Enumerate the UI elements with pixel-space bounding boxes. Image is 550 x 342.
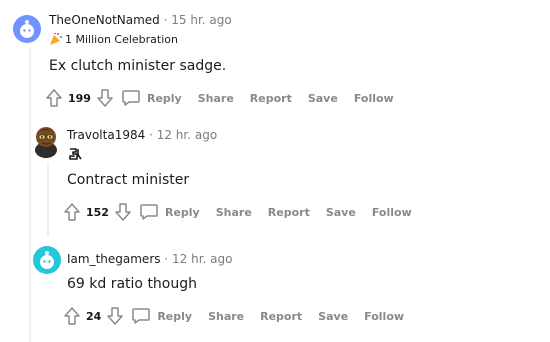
reply-icon[interactable] (139, 203, 159, 221)
reply-button[interactable]: Reply (157, 310, 192, 323)
comment-text: 69 kd ratio though (67, 276, 197, 292)
reply-icon[interactable] (131, 307, 151, 325)
vote-score: 24 (86, 309, 102, 323)
travolta-avatar-icon (35, 127, 57, 158)
reply-button[interactable]: Reply (165, 206, 200, 219)
username-link[interactable]: Travolta1984 (67, 128, 145, 142)
follow-button[interactable]: Follow (354, 92, 394, 105)
follow-button[interactable]: Follow (364, 310, 404, 323)
username-link[interactable]: TheOneNotNamed (49, 13, 160, 27)
vote-score: 199 (68, 91, 91, 105)
vote-controls: 199 (46, 89, 113, 107)
meta-separator: · (163, 13, 168, 27)
timestamp-link[interactable]: 12 hr. ago (172, 252, 232, 266)
timestamp-link[interactable]: 15 hr. ago (171, 13, 231, 27)
save-button[interactable]: Save (318, 310, 348, 323)
snoo-avatar-icon (40, 251, 54, 269)
upvote-arrow-icon[interactable] (46, 89, 62, 107)
vote-score: 152 (86, 205, 109, 219)
reply-icon[interactable] (121, 89, 141, 107)
vote-controls: 152 (64, 203, 131, 221)
timestamp-link[interactable]: 12 hr. ago (157, 128, 217, 142)
sk-gaming-logo-icon (69, 148, 82, 160)
username-link[interactable]: Iam_thegamers (67, 252, 161, 266)
comment-text: Contract minister (67, 172, 190, 188)
comment-bubble-icon (140, 204, 158, 220)
comment-meta: Travolta1984 · 12 hr. ago (67, 128, 217, 142)
vote-controls: 24 (64, 307, 124, 325)
comment-actions: 24 Reply Share Report Save Follow (64, 306, 420, 326)
share-button[interactable]: Share (216, 206, 252, 219)
avatar[interactable] (33, 246, 61, 274)
thread-line-reply[interactable] (47, 162, 49, 236)
upvote-arrow-icon[interactable] (64, 307, 80, 325)
downvote-arrow-icon[interactable] (107, 307, 124, 325)
report-button[interactable]: Report (268, 206, 310, 219)
upvote-arrow-icon[interactable] (64, 203, 80, 221)
follow-button[interactable]: Follow (372, 206, 412, 219)
comment-meta: Iam_thegamers · 12 hr. ago (67, 252, 232, 266)
comment-actions: 199 Reply Share Report Save Follow (46, 88, 410, 108)
comment-actions: 152 Reply Share Report Save Follow (64, 202, 428, 222)
downvote-arrow-icon[interactable] (97, 89, 113, 107)
meta-separator: · (164, 252, 169, 266)
share-button[interactable]: Share (198, 92, 234, 105)
save-button[interactable]: Save (308, 92, 338, 105)
reply-button[interactable]: Reply (147, 92, 182, 105)
comment-meta: TheOneNotNamed · 15 hr. ago (49, 13, 232, 27)
comment-bubble-icon (122, 90, 140, 106)
snoo-avatar-icon (20, 20, 34, 38)
thread-line-main[interactable] (29, 48, 31, 342)
report-button[interactable]: Report (260, 310, 302, 323)
flair-label: 1 Million Celebration (65, 32, 178, 46)
party-popper-icon (50, 32, 62, 45)
meta-separator: · (149, 128, 153, 142)
avatar[interactable] (31, 124, 61, 158)
avatar[interactable] (13, 15, 41, 43)
downvote-arrow-icon[interactable] (115, 203, 131, 221)
user-flair (67, 146, 83, 162)
comment-bubble-icon (132, 308, 151, 324)
share-button[interactable]: Share (208, 310, 244, 323)
user-flair: 1 Million Celebration (49, 32, 178, 46)
comment-text: Ex clutch minister sadge. (49, 58, 227, 74)
report-button[interactable]: Report (250, 92, 292, 105)
save-button[interactable]: Save (326, 206, 356, 219)
